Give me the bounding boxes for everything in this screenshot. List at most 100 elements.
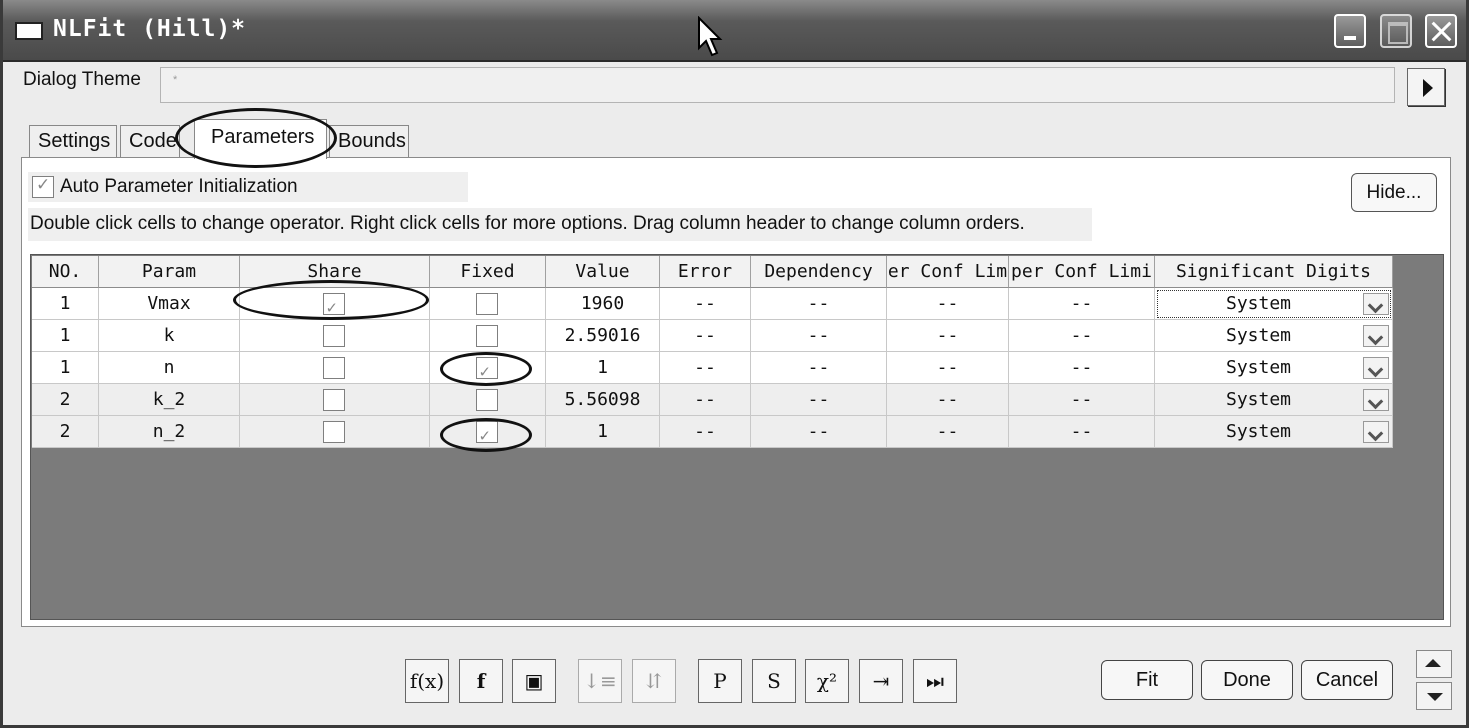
col-dependency[interactable]: Dependency: [751, 256, 887, 288]
fixed-checkbox[interactable]: [475, 420, 498, 447]
cell-value[interactable]: 1960: [546, 288, 660, 320]
cell-error[interactable]: --: [660, 352, 751, 384]
chevron-down-icon[interactable]: [1363, 389, 1389, 411]
cell-no[interactable]: 1: [32, 320, 99, 352]
table-row[interactable]: 1 k 2.59016 -- -- -- -- System: [32, 320, 1393, 352]
share-checkbox[interactable]: [322, 325, 345, 347]
close-button[interactable]: [1425, 14, 1457, 48]
cancel-button[interactable]: Cancel: [1301, 660, 1393, 700]
table-row[interactable]: 2 n_2 1 -- -- -- -- System: [32, 416, 1393, 448]
hide-button[interactable]: Hide...: [1351, 173, 1437, 212]
cell-value[interactable]: 5.56098: [546, 384, 660, 416]
cell-share[interactable]: [240, 416, 430, 448]
cell-ucl[interactable]: --: [1009, 288, 1155, 320]
tab-parameters[interactable]: Parameters: [194, 119, 327, 159]
cell-value[interactable]: 1: [546, 416, 660, 448]
reset-p-icon[interactable]: P: [698, 659, 742, 703]
tab-settings[interactable]: Settings: [29, 125, 117, 158]
cell-value[interactable]: 2.59016: [546, 320, 660, 352]
col-significant-digits[interactable]: Significant Digits: [1155, 256, 1393, 288]
cell-param[interactable]: n: [99, 352, 240, 384]
cell-dependency[interactable]: --: [751, 416, 887, 448]
cell-lcl[interactable]: --: [887, 288, 1009, 320]
chevron-down-icon[interactable]: [1363, 421, 1389, 443]
table-row[interactable]: 2 k_2 5.56098 -- -- -- -- System: [32, 384, 1393, 416]
cell-param[interactable]: n_2: [99, 416, 240, 448]
col-param[interactable]: Param: [99, 256, 240, 288]
fixed-checkbox[interactable]: [475, 293, 498, 315]
sort-icon[interactable]: ↓≡: [578, 659, 622, 703]
cell-fixed[interactable]: [430, 288, 546, 320]
fixed-checkbox[interactable]: [475, 356, 498, 383]
col-lower-conf-limit[interactable]: er Conf Lim: [887, 256, 1009, 288]
col-upper-conf-limit[interactable]: per Conf Limi: [1009, 256, 1155, 288]
cell-share[interactable]: [240, 352, 430, 384]
done-button[interactable]: Done: [1201, 660, 1293, 700]
cell-no[interactable]: 2: [32, 416, 99, 448]
table-row[interactable]: 1 Vmax 1960 -- -- -- -- System: [32, 288, 1393, 320]
cell-no[interactable]: 1: [32, 352, 99, 384]
chi-square-icon[interactable]: χ²: [805, 659, 849, 703]
cell-lcl[interactable]: --: [887, 352, 1009, 384]
cell-digits[interactable]: System: [1155, 416, 1393, 448]
cell-no[interactable]: 1: [32, 288, 99, 320]
share-checkbox[interactable]: [322, 389, 345, 411]
cell-ucl[interactable]: --: [1009, 352, 1155, 384]
col-value[interactable]: Value: [546, 256, 660, 288]
cell-dependency[interactable]: --: [751, 384, 887, 416]
cell-fixed[interactable]: [430, 384, 546, 416]
cell-error[interactable]: --: [660, 384, 751, 416]
table-row[interactable]: 1 n 1 -- -- -- -- System: [32, 352, 1393, 384]
function-file-icon[interactable]: f: [459, 659, 503, 703]
cell-param[interactable]: k_2: [99, 384, 240, 416]
auto-init-checkbox[interactable]: [32, 175, 54, 198]
cell-param[interactable]: k: [99, 320, 240, 352]
cell-share[interactable]: [240, 384, 430, 416]
share-checkbox[interactable]: [322, 357, 345, 379]
fx-icon[interactable]: f(x): [405, 659, 449, 703]
cell-dependency[interactable]: --: [751, 320, 887, 352]
cell-digits[interactable]: System: [1155, 320, 1393, 352]
collapse-up-icon[interactable]: [1416, 650, 1452, 678]
dialog-theme-combo[interactable]: *: [160, 67, 1395, 103]
chevron-down-icon[interactable]: [1363, 357, 1389, 379]
fit-until-converged-icon[interactable]: ⏭: [913, 659, 957, 703]
fit-button[interactable]: Fit: [1101, 660, 1193, 700]
cell-digits[interactable]: System: [1155, 352, 1393, 384]
cell-digits[interactable]: System: [1155, 288, 1393, 320]
cell-ucl[interactable]: --: [1009, 320, 1155, 352]
reset-s-icon[interactable]: S: [752, 659, 796, 703]
cell-fixed[interactable]: [430, 416, 546, 448]
fixed-checkbox[interactable]: [475, 325, 498, 347]
col-fixed[interactable]: Fixed: [430, 256, 546, 288]
cell-error[interactable]: --: [660, 320, 751, 352]
cell-dependency[interactable]: --: [751, 288, 887, 320]
expand-down-icon[interactable]: [1416, 682, 1452, 710]
cell-lcl[interactable]: --: [887, 320, 1009, 352]
cell-digits[interactable]: System: [1155, 384, 1393, 416]
cell-error[interactable]: --: [660, 288, 751, 320]
share-checkbox[interactable]: [322, 292, 345, 319]
title-bar[interactable]: NLFit (Hill)*: [3, 0, 1466, 62]
cell-value[interactable]: 1: [546, 352, 660, 384]
cell-lcl[interactable]: --: [887, 384, 1009, 416]
cell-fixed[interactable]: [430, 352, 546, 384]
col-no[interactable]: NO.: [32, 256, 99, 288]
fixed-checkbox[interactable]: [475, 389, 498, 411]
cell-ucl[interactable]: --: [1009, 384, 1155, 416]
chevron-down-icon[interactable]: [1363, 325, 1389, 347]
cell-lcl[interactable]: --: [887, 416, 1009, 448]
cell-no[interactable]: 2: [32, 384, 99, 416]
tab-code[interactable]: Code: [120, 125, 180, 158]
cell-ucl[interactable]: --: [1009, 416, 1155, 448]
save-icon[interactable]: ▣: [512, 659, 556, 703]
theme-menu-arrow-icon[interactable]: [1407, 68, 1445, 106]
one-iteration-icon[interactable]: ⇥: [859, 659, 903, 703]
cell-share[interactable]: [240, 320, 430, 352]
share-checkbox[interactable]: [322, 421, 345, 443]
maximize-button[interactable]: [1380, 14, 1412, 48]
cell-fixed[interactable]: [430, 320, 546, 352]
cell-param[interactable]: Vmax: [99, 288, 240, 320]
cell-share[interactable]: [240, 288, 430, 320]
minimize-button[interactable]: [1334, 14, 1366, 48]
